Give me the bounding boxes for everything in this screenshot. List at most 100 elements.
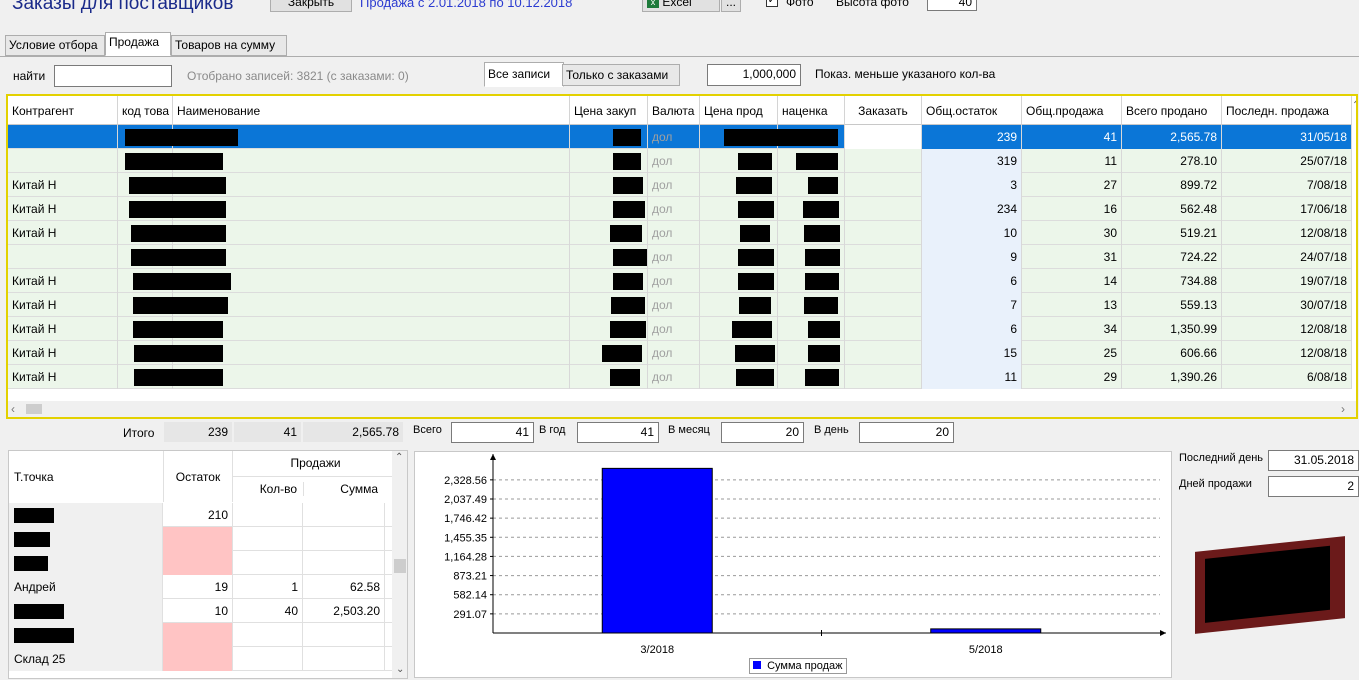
table-row[interactable]: Китай Н дол 7 13 559.13 30/07/18	[8, 293, 1352, 317]
list-item[interactable]: 210	[9, 503, 397, 527]
table-row[interactable]: Китай Н дол 6 34 1,350.99 12/08/18	[8, 317, 1352, 341]
table-row[interactable]: Китай Н дол 6 14 734.88 19/07/18	[8, 269, 1352, 293]
cell-name	[173, 365, 570, 389]
all-input[interactable]: 41	[451, 422, 534, 443]
cell-agent: Китай Н	[8, 221, 118, 245]
cell-order[interactable]	[845, 245, 922, 269]
find-input[interactable]	[54, 65, 172, 87]
list-item[interactable]	[9, 551, 397, 575]
col-header-agent[interactable]: Контрагент	[8, 96, 118, 125]
cell-order[interactable]	[845, 173, 922, 197]
cell-order[interactable]	[845, 269, 922, 293]
col-header-stock[interactable]: Общ.остаток	[922, 96, 1022, 125]
cell-stock: 7	[922, 293, 1022, 317]
table-row[interactable]: дол 319 11 278.10 25/07/18	[8, 149, 1352, 173]
scroll-up-icon[interactable]: ⌃	[395, 452, 403, 463]
grid-scroll-up-icon[interactable]: ⌃	[1352, 100, 1356, 111]
cell-currency: дол	[648, 365, 700, 389]
points-table[interactable]: Т.точка Остаток Продажи Кол-во Сумма 210…	[8, 450, 408, 679]
cell-currency: дол	[648, 317, 700, 341]
photo-checkbox[interactable]: ✓	[766, 0, 778, 7]
list-item[interactable]: Склад 25	[9, 647, 397, 671]
col-header-sell-price[interactable]: Цена прод	[700, 96, 778, 125]
cell-order[interactable]	[845, 221, 922, 245]
table-row[interactable]: Китай Н дол 11 29 1,390.26 6/08/18	[8, 365, 1352, 389]
tab-sales[interactable]: Продажа	[105, 32, 171, 56]
col-header-code[interactable]: код това	[118, 96, 173, 125]
table-row[interactable]: Китай Н дол 3 27 899.72 7/08/18	[8, 173, 1352, 197]
list-item[interactable]: Андрей 19 1 62.58	[9, 575, 397, 599]
more-button[interactable]: ...	[721, 0, 741, 12]
col-header-last-sale[interactable]: Последн. продажа	[1222, 96, 1352, 125]
chart-legend: Сумма продаж	[749, 658, 847, 674]
threshold-input[interactable]: 1,000,000	[707, 64, 801, 86]
photo-height-input[interactable]: 40	[927, 0, 977, 11]
tab-divider	[0, 56, 1359, 57]
cell-order[interactable]	[845, 149, 922, 173]
list-item[interactable]	[9, 527, 397, 551]
excel-button[interactable]: x Excel	[642, 0, 720, 12]
table-row[interactable]: дол 239 41 2,565.78 31/05/18	[8, 125, 1352, 149]
col-header-sold[interactable]: Общ.продажа	[1022, 96, 1122, 125]
total-sold: 41	[234, 422, 301, 442]
cell-order[interactable]	[845, 125, 922, 149]
cell-total: 606.66	[1122, 341, 1222, 365]
points-header-sales: Продажи	[290, 456, 341, 470]
cell-order[interactable]	[845, 293, 922, 317]
cell-last-sale: 25/07/18	[1222, 149, 1352, 173]
cell-last-sale: 12/08/18	[1222, 317, 1352, 341]
day-input[interactable]: 20	[859, 422, 954, 443]
cell-agent: Китай Н	[8, 341, 118, 365]
redacted-block	[804, 225, 840, 242]
close-button[interactable]: Закрыть	[270, 0, 352, 12]
scroll-down-icon[interactable]: ⌄	[396, 664, 404, 675]
table-row[interactable]: Китай Н дол 10 30 519.21 12/08/18	[8, 221, 1352, 245]
point-cell-sum: 2,503.20	[303, 599, 385, 623]
cell-order[interactable]	[845, 365, 922, 389]
cell-last-sale: 12/08/18	[1222, 341, 1352, 365]
table-row[interactable]: Китай Н дол 15 25 606.66 12/08/18	[8, 341, 1352, 365]
cell-order[interactable]	[845, 197, 922, 221]
sale-days-input[interactable]: 2	[1268, 476, 1359, 497]
tab-goods-sum[interactable]: Товаров на сумму	[171, 35, 287, 56]
scroll-right-icon[interactable]: ›	[1341, 402, 1345, 416]
col-header-markup[interactable]: наценка	[778, 96, 845, 125]
month-input[interactable]: 20	[721, 422, 804, 443]
redacted-block	[805, 369, 839, 386]
points-vertical-scrollbar[interactable]: ⌃ ⌄	[392, 451, 407, 678]
point-cell-sum	[303, 647, 385, 671]
last-day-input[interactable]: 31.05.2018	[1268, 450, 1359, 471]
only-orders-tab[interactable]: Только с заказами	[562, 64, 680, 86]
scroll-left-icon[interactable]: ‹	[11, 402, 15, 416]
table-row[interactable]: Китай Н дол 234 16 562.48 17/06/18	[8, 197, 1352, 221]
products-grid[interactable]: Контрагент код това Наименование Цена закуп…	[6, 94, 1358, 419]
cell-total: 562.48	[1122, 197, 1222, 221]
point-cell-stock: 10	[163, 599, 233, 623]
cell-order[interactable]	[845, 317, 922, 341]
redacted-block	[125, 153, 223, 170]
cell-last-sale: 30/07/18	[1222, 293, 1352, 317]
col-header-total[interactable]: Всего продано	[1122, 96, 1222, 125]
point-cell-stock	[163, 551, 233, 575]
list-item[interactable]	[9, 623, 397, 647]
cell-order[interactable]	[845, 341, 922, 365]
list-item[interactable]: 10 40 2,503.20	[9, 599, 397, 623]
col-header-name[interactable]: Наименование	[173, 96, 570, 125]
tab-filter-condition[interactable]: Условие отбора	[5, 35, 105, 56]
point-cell-stock	[163, 527, 233, 551]
col-header-currency[interactable]: Валюта	[648, 96, 700, 125]
cell-sold: 27	[1022, 173, 1122, 197]
all-records-tab[interactable]: Все записи	[484, 62, 564, 87]
scrollbar-thumb[interactable]	[26, 404, 42, 414]
point-cell-name: Склад 25	[9, 647, 163, 671]
table-row[interactable]: дол 9 31 724.22 24/07/18	[8, 245, 1352, 269]
col-header-order[interactable]: Заказать	[845, 96, 922, 125]
horizontal-scrollbar[interactable]: ‹ ›	[8, 401, 1356, 417]
point-cell-sum	[303, 503, 385, 527]
col-header-buy-price[interactable]: Цена закуп	[570, 96, 648, 125]
redacted-block	[133, 321, 223, 338]
cell-stock: 10	[922, 221, 1022, 245]
records-count: Отобрано записей: 3821 (с заказами: 0)	[187, 69, 409, 83]
points-scroll-thumb[interactable]	[394, 559, 406, 573]
year-input[interactable]: 41	[577, 422, 659, 443]
